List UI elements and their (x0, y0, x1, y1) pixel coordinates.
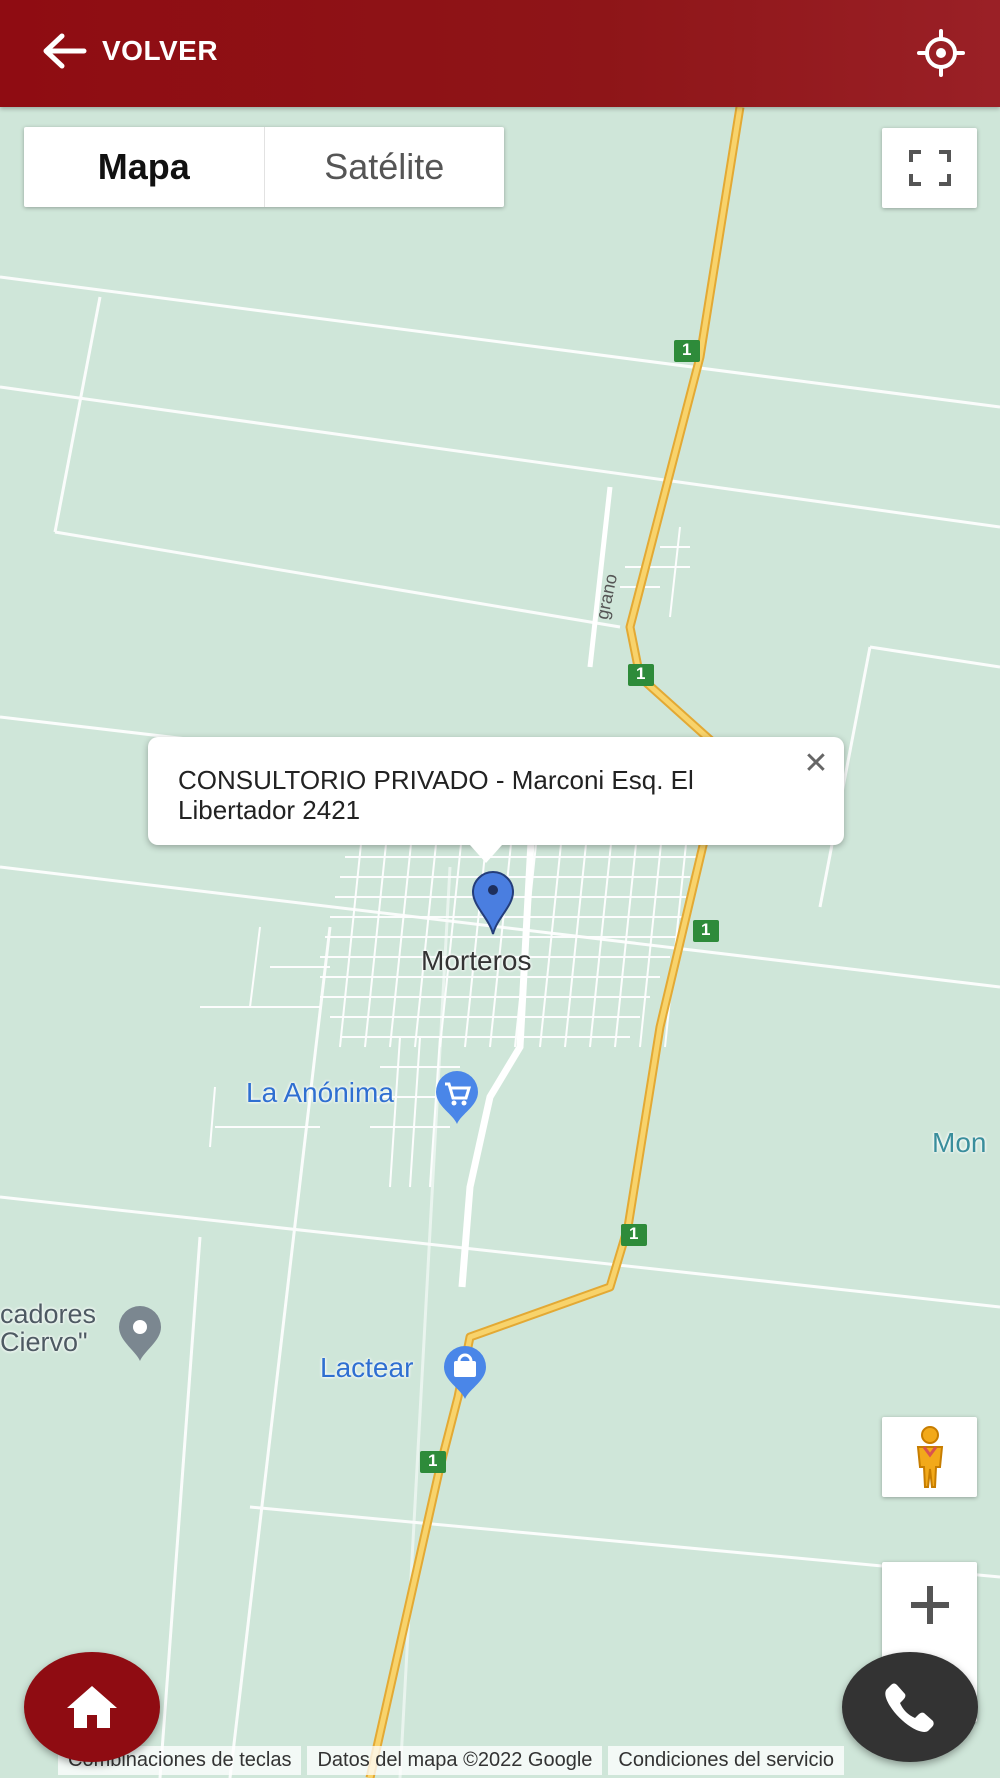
terms-link[interactable]: Condiciones del servicio (608, 1746, 845, 1775)
arrow-left-icon (43, 33, 87, 69)
fullscreen-icon (908, 150, 951, 186)
town-label: Morteros (421, 945, 532, 976)
map-type-map-button[interactable]: Mapa (24, 127, 264, 207)
close-icon[interactable]: ✕ (798, 745, 834, 781)
info-window: CONSULTORIO PRIVADO - Marconi Esq. El Li… (148, 737, 844, 845)
back-label: VOLVER (102, 35, 219, 66)
route-shield-label: 1 (428, 1451, 438, 1470)
map-data-text: Datos del mapa ©2022 Google (307, 1746, 603, 1775)
poi-label[interactable]: Lactear (320, 1352, 413, 1384)
home-button[interactable] (24, 1652, 160, 1762)
map-view[interactable]: 1 1 1 1 1 grano Mapa Satélite CONSULTORI… (0, 107, 1000, 1778)
poi-label[interactable]: La Anónima (246, 1077, 394, 1109)
fullscreen-button[interactable] (882, 128, 977, 208)
place-label[interactable]: Mon (932, 1127, 986, 1159)
poi-label[interactable]: Ciervo" (0, 1327, 88, 1358)
app-header: VOLVER (0, 0, 1000, 107)
home-icon (67, 1686, 117, 1728)
back-button[interactable]: VOLVER (40, 24, 218, 78)
map-canvas (0, 107, 1000, 1778)
pegman-icon (916, 1426, 943, 1488)
map-type-selector: Mapa Satélite (24, 127, 504, 207)
call-button[interactable] (842, 1652, 978, 1762)
route-shield-label: 1 (701, 920, 711, 939)
info-window-text: CONSULTORIO PRIVADO - Marconi Esq. El Li… (178, 765, 694, 825)
map-type-satellite-button[interactable]: Satélite (263, 127, 505, 207)
poi-label[interactable]: cadores (0, 1299, 96, 1330)
map-marker-icon[interactable] (470, 870, 516, 936)
plus-icon (910, 1586, 949, 1624)
crosshair-icon[interactable] (916, 28, 966, 78)
shopping-bag-icon[interactable] (440, 1345, 490, 1401)
info-window-tail (470, 845, 502, 863)
map-attribution: Combinaciones de teclas Datos del mapa ©… (0, 1743, 1000, 1778)
route-shield-label: 1 (629, 1224, 639, 1243)
street-view-button[interactable] (882, 1417, 977, 1497)
phone-icon (885, 1683, 934, 1732)
route-shield-label: 1 (636, 664, 646, 683)
route-shield-label: 1 (682, 340, 692, 359)
place-pin-icon[interactable] (116, 1305, 164, 1363)
shopping-cart-icon[interactable] (432, 1070, 482, 1126)
